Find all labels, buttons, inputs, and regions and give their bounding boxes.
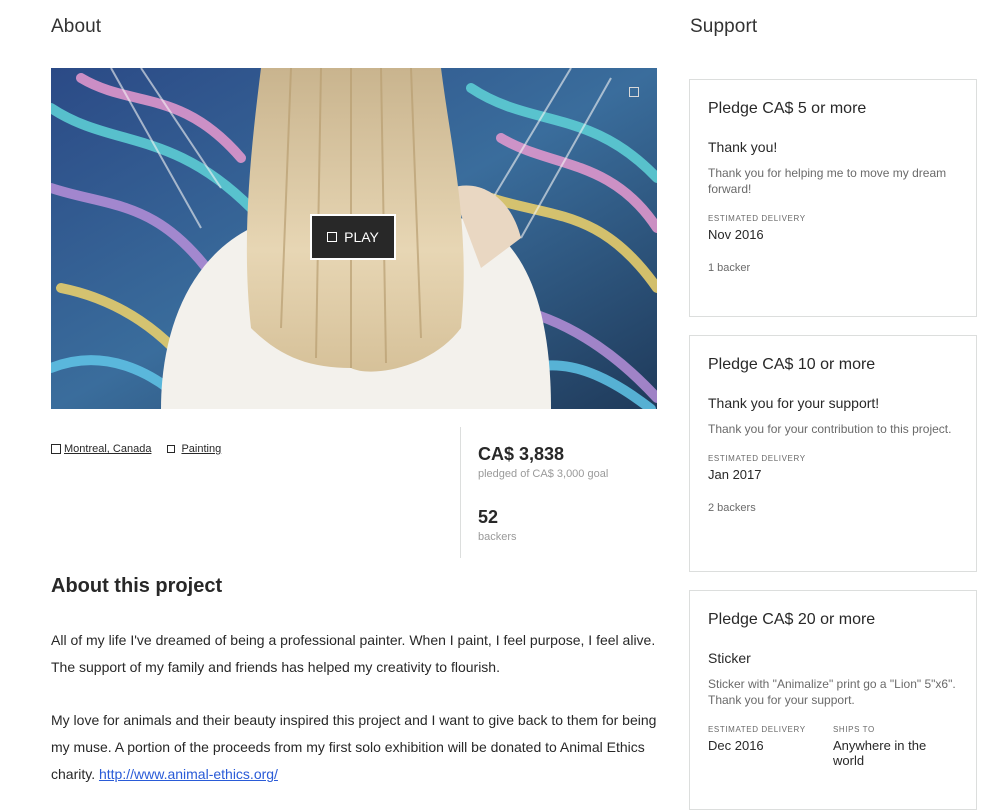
- reward-name: Thank you for your support!: [708, 395, 880, 411]
- about-heading: About: [51, 16, 102, 37]
- reward-backers: 2 backers: [708, 502, 756, 514]
- location-link[interactable]: Montreal, Canada: [51, 443, 151, 455]
- reward-title: Pledge CA$ 20 or more: [708, 611, 876, 628]
- funding-stats: CA$ 3,838 pledged of CA$ 3,000 goal 52 b…: [478, 443, 608, 543]
- delivery-date: Jan 2017: [708, 467, 762, 482]
- delivery-label: Estimated delivery: [708, 214, 806, 223]
- backers-caption: backers: [478, 531, 517, 543]
- location-icon: [51, 444, 61, 454]
- reward-title: Pledge CA$ 5 or more: [708, 100, 867, 117]
- backers-count: 52: [478, 507, 499, 527]
- delivery-column: Estimated delivery Dec 2016: [708, 708, 833, 768]
- play-icon: [327, 232, 338, 242]
- charity-link[interactable]: http://www.animal-ethics.org/: [99, 766, 278, 782]
- project-paragraph: All of my life I've dreamed of being a p…: [51, 632, 656, 675]
- project-title: About this project: [51, 575, 223, 597]
- reward-backers: 1 backer: [708, 262, 751, 274]
- reward-description: Thank you for helping me to move my drea…: [708, 166, 947, 196]
- category-link[interactable]: Painting: [167, 443, 221, 455]
- reward-card[interactable]: Pledge CA$ 20 or more Sticker Sticker wi…: [689, 590, 977, 810]
- pledged-amount: CA$ 3,838: [478, 444, 565, 464]
- reward-card[interactable]: Pledge CA$ 5 or more Thank you! Thank yo…: [689, 79, 977, 317]
- reward-name: Sticker: [708, 650, 751, 666]
- project-video[interactable]: PLAY: [51, 68, 657, 409]
- reward-title: Pledge CA$ 10 or more: [708, 356, 876, 373]
- reward-description: Sticker with "Animalize" print go a "Lio…: [708, 677, 956, 707]
- reward-card[interactable]: Pledge CA$ 10 or more Thank you for your…: [689, 335, 977, 572]
- project-tags: Montreal, Canada Painting: [51, 443, 221, 455]
- reward-description: Thank you for your contribution to this …: [708, 422, 952, 436]
- stats-divider: [460, 427, 461, 558]
- reward-name: Thank you!: [708, 139, 778, 155]
- delivery-row: Estimated delivery Dec 2016 Ships to Any…: [708, 708, 958, 768]
- delivery-label: Estimated delivery: [708, 454, 806, 463]
- category-label: Painting: [181, 443, 222, 455]
- pledged-caption: pledged of CA$ 3,000 goal: [478, 468, 609, 480]
- play-label: PLAY: [344, 229, 379, 245]
- location-label: Montreal, Canada: [64, 443, 152, 455]
- delivery-label: Estimated delivery: [708, 725, 806, 734]
- project-paragraph: My love for animals and their beauty ins…: [51, 707, 661, 788]
- ships-column: Ships to Anywhere in the world: [833, 708, 943, 768]
- ships-label: Ships to: [833, 725, 875, 734]
- fullscreen-icon[interactable]: [629, 87, 639, 97]
- delivery-date: Dec 2016: [708, 738, 764, 753]
- ships-to: Anywhere in the world: [833, 738, 927, 768]
- support-heading: Support: [690, 16, 758, 37]
- category-icon: [167, 445, 176, 453]
- delivery-date: Nov 2016: [708, 227, 764, 242]
- play-button[interactable]: PLAY: [310, 214, 396, 260]
